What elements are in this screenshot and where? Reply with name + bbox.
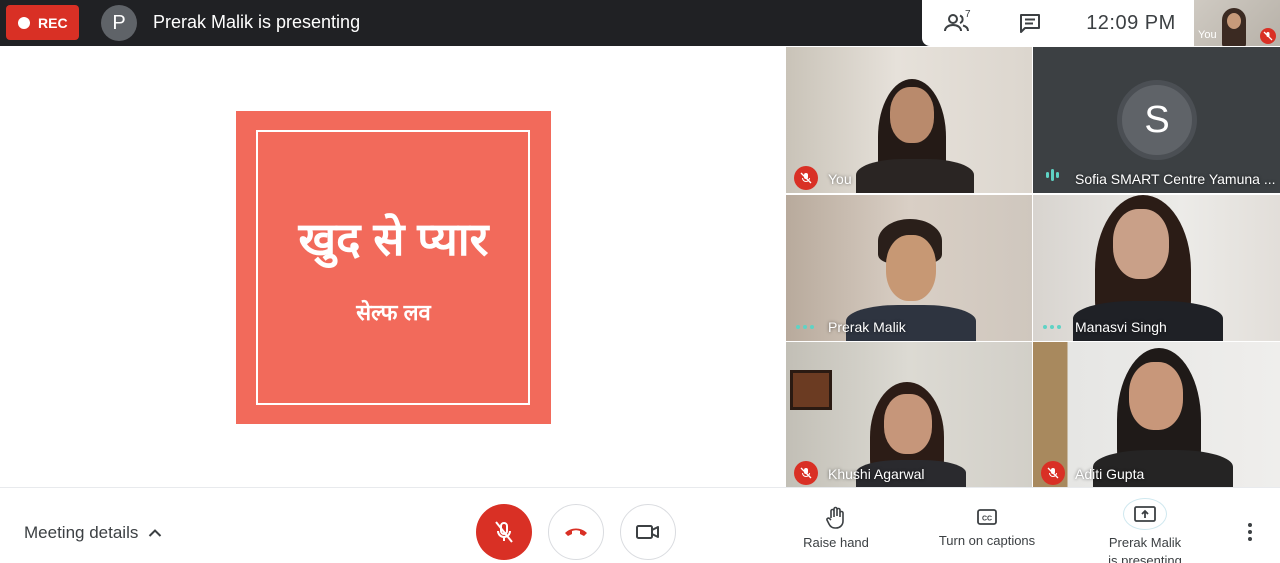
mic-off-icon <box>794 461 818 485</box>
self-view-label: You <box>1198 29 1217 41</box>
slide-subtitle: सेल्फ लव <box>356 300 431 325</box>
mic-off-icon <box>1260 28 1276 44</box>
present-label: Prerak Malik is presenting <box>1108 534 1182 563</box>
activity-dots-icon <box>796 325 814 329</box>
participant-name: You <box>828 171 852 187</box>
hang-up-icon <box>565 528 587 536</box>
presenter-avatar: P <box>101 5 137 41</box>
slide-title: खुद से प्यार <box>298 213 489 265</box>
self-face <box>1227 13 1241 29</box>
participant-tile-aditi[interactable]: Aditi Gupta <box>1033 342 1280 488</box>
raise-hand-label: Raise hand <box>803 535 869 550</box>
presenting-status: Prerak Malik is presenting <box>153 12 361 32</box>
participant-avatar: S <box>1117 80 1197 160</box>
captions-button[interactable]: CC Turn on captions <box>930 506 1044 550</box>
meeting-details-label: Meeting details <box>24 523 139 542</box>
participant-face <box>886 235 936 301</box>
chevron-up-icon <box>149 529 162 537</box>
video-camera-icon <box>636 525 659 539</box>
activity-dots-icon <box>1043 325 1061 329</box>
presentation-slide: खुद से प्यार सेल्फ लव <box>236 111 551 424</box>
captions-label: Turn on captions <box>938 533 1036 548</box>
people-button[interactable]: 7 <box>922 0 992 46</box>
chat-icon <box>1020 14 1040 33</box>
hand-icon <box>826 506 844 529</box>
participant-name: Khushi Agarwal <box>828 466 925 482</box>
participant-face <box>1113 209 1169 279</box>
more-options-button[interactable] <box>1240 520 1260 544</box>
chat-button[interactable] <box>992 0 1068 46</box>
raise-hand-button[interactable]: Raise hand <box>796 506 876 552</box>
meet-window: REC P Prerak Malik is presenting 7 12:09… <box>0 0 1280 563</box>
present-label-line2: is presenting <box>1108 553 1182 563</box>
speaking-indicator-icon <box>1046 169 1059 181</box>
participant-face <box>890 87 934 143</box>
rec-label: REC <box>38 14 68 31</box>
top-right-panel: 7 12:09 PM <box>922 0 1194 46</box>
more-dot <box>1248 530 1252 534</box>
leave-call-button[interactable] <box>548 504 604 560</box>
present-icon-wrapper <box>1123 498 1167 530</box>
participant-name: Sofia SMART Centre Yamuna ... <box>1075 171 1276 187</box>
meeting-details-button[interactable]: Meeting details <box>24 523 162 543</box>
participant-tile-manasvi[interactable]: Manasvi Singh <box>1033 195 1280 341</box>
mic-off-icon <box>794 166 818 190</box>
participant-body <box>856 159 974 193</box>
present-status-button[interactable]: Prerak Malik is presenting <box>1098 498 1192 563</box>
participant-tile-you[interactable]: You <box>786 47 1032 193</box>
self-view-thumbnail[interactable]: You <box>1194 0 1280 46</box>
participant-tile-khushi[interactable]: Khushi Agarwal <box>786 342 1032 488</box>
participant-tile-prerak[interactable]: Prerak Malik <box>786 195 1032 341</box>
recording-indicator[interactable]: REC <box>6 5 79 40</box>
closed-captions-icon: CC <box>977 509 997 525</box>
participant-face <box>1129 362 1183 430</box>
participant-tile-sofia[interactable]: S Sofia SMART Centre Yamuna ... <box>1033 47 1280 193</box>
mic-off-icon <box>495 521 513 543</box>
clock: 12:09 PM <box>1086 11 1176 34</box>
svg-text:CC: CC <box>982 516 992 523</box>
participant-name: Aditi Gupta <box>1075 466 1145 482</box>
more-dot <box>1248 537 1252 541</box>
wall-picture <box>790 370 832 410</box>
record-dot-icon <box>18 16 30 29</box>
people-count: 7 <box>965 9 971 20</box>
participant-face <box>884 394 932 454</box>
camera-toggle-button[interactable] <box>620 504 676 560</box>
present-screen-icon <box>1134 506 1156 522</box>
microphone-toggle-button[interactable] <box>476 504 532 560</box>
present-label-line1: Prerak Malik <box>1108 535 1182 550</box>
participant-name: Manasvi Singh <box>1075 319 1167 335</box>
mic-off-icon <box>1041 461 1065 485</box>
more-dot <box>1248 523 1252 527</box>
participant-name: Prerak Malik <box>828 319 906 335</box>
